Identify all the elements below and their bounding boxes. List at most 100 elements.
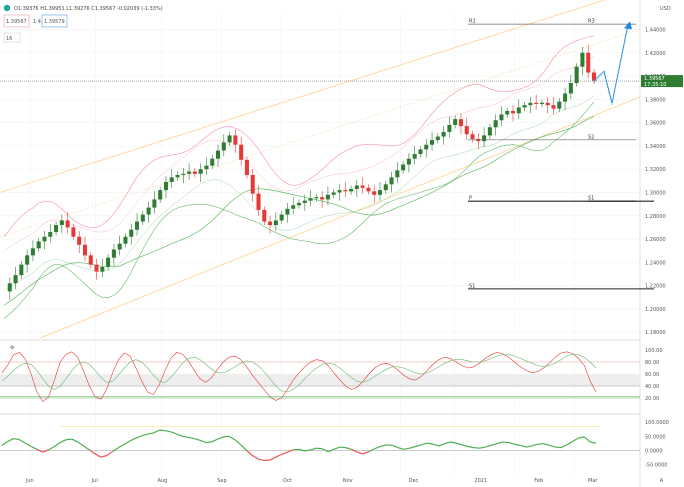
candle-body — [279, 214, 284, 221]
osc-tick-label: 50.0000 — [645, 434, 666, 440]
candle-body — [302, 200, 307, 203]
candle-body — [187, 171, 192, 174]
osc-tick-label: 0.0000 — [645, 448, 663, 454]
candle-body — [140, 214, 145, 222]
forex-chart: O1.39376 H1.39951 L1.39276 C1.39567 -0.0… — [0, 0, 684, 487]
candle-body — [435, 136, 440, 141]
time-label: Aug — [157, 478, 167, 484]
candle-body — [354, 185, 359, 189]
osc-tick-label: 100.0000 — [645, 420, 669, 426]
candle-body — [7, 283, 12, 292]
candle-body — [314, 197, 319, 199]
candle-body — [285, 208, 290, 215]
candle-body — [447, 124, 452, 132]
candle-body — [563, 93, 568, 102]
candle-body — [424, 144, 429, 150]
candle-body — [198, 169, 203, 174]
candle-body — [464, 126, 469, 135]
pivot-label: R3 — [588, 19, 595, 25]
time-label: Sep — [217, 478, 226, 484]
time-label: Mar — [588, 478, 598, 484]
pivot-label: R1 — [469, 19, 476, 25]
symbol-status-icon[interactable] — [3, 4, 11, 12]
price-tick-label: 1.20000 — [645, 307, 666, 313]
candle-body — [510, 110, 516, 114]
candle-body — [366, 187, 371, 192]
candle-body — [551, 105, 556, 109]
time-label: Dec — [409, 478, 419, 484]
candle-body — [499, 114, 504, 121]
candle-body — [580, 52, 585, 67]
candle-body — [204, 165, 209, 170]
pivot-label: S2 — [588, 134, 594, 140]
osc-segment — [223, 435, 230, 438]
time-label: 2021 — [474, 478, 487, 484]
candle-body — [215, 150, 221, 159]
time-label: Oct — [283, 478, 292, 484]
candle-body — [25, 255, 30, 265]
osc-segment — [386, 444, 393, 446]
bb-mult-value: 1.4 — [33, 19, 41, 25]
candle-body — [430, 140, 435, 145]
candle-body — [129, 229, 134, 237]
time-label: Jun — [25, 478, 34, 484]
candle-body — [36, 241, 41, 249]
stoch-neutral-zone — [0, 374, 640, 386]
candle-body — [71, 227, 76, 237]
candle-body — [42, 236, 47, 242]
candle-body — [377, 190, 383, 195]
candle-body — [291, 205, 296, 209]
ohlc-readout: O1.39376 H1.39951 L1.39276 C1.39567 -0.0… — [14, 6, 163, 12]
candle-body — [389, 177, 394, 185]
osc-segment — [473, 447, 480, 449]
candle-body — [505, 110, 510, 115]
candle-body — [244, 159, 249, 175]
candle-body — [453, 119, 458, 125]
candle-body — [88, 255, 93, 265]
candle-body — [343, 190, 348, 192]
osc-segment — [502, 441, 509, 444]
bb-lower-value: 1.39579 — [44, 19, 65, 25]
candle-body — [262, 209, 267, 222]
price-tick-label: 1.26000 — [645, 237, 666, 243]
candle-body — [256, 193, 261, 210]
candle-body — [135, 221, 140, 230]
candle-body — [487, 127, 492, 136]
candle-body — [401, 164, 406, 171]
candle-body — [82, 244, 88, 256]
time-label: Jul — [91, 478, 98, 484]
price-tick-label: 1.24000 — [645, 260, 666, 266]
candle-body — [59, 220, 64, 226]
osc-segment — [205, 441, 212, 444]
price-tick-label: 1.36000 — [645, 121, 666, 127]
candle-body — [522, 105, 527, 108]
price-tick-label: 1.42000 — [645, 51, 666, 57]
candle-body — [493, 120, 498, 128]
candle-body — [19, 264, 24, 276]
osc-segment — [316, 447, 323, 450]
candle-body — [360, 185, 365, 188]
candle-body — [516, 107, 521, 114]
candle-body — [325, 194, 330, 200]
candle-body — [13, 275, 18, 284]
candle-body — [470, 134, 475, 139]
osc-segment — [555, 446, 562, 449]
bb-upper-value: 1.39567 — [6, 19, 27, 25]
price-tick-label: 1.18000 — [645, 330, 666, 336]
osc-segment — [537, 443, 544, 445]
candle-body — [482, 135, 487, 142]
time-label: A — [660, 478, 664, 484]
candle-body — [250, 175, 255, 194]
time-label: Nov — [343, 478, 353, 484]
candle-body — [296, 202, 302, 206]
stoch-settings-icon[interactable]: ⚙ — [10, 345, 15, 351]
candle-body — [406, 158, 411, 165]
candle-body — [458, 119, 463, 127]
candle-body — [441, 131, 446, 137]
price-tick-label: 1.30000 — [645, 190, 666, 196]
candle-body — [528, 102, 533, 106]
candle-body — [169, 177, 174, 182]
candle-body — [233, 135, 238, 145]
candle-body — [65, 220, 70, 228]
osc-segment — [66, 438, 72, 441]
